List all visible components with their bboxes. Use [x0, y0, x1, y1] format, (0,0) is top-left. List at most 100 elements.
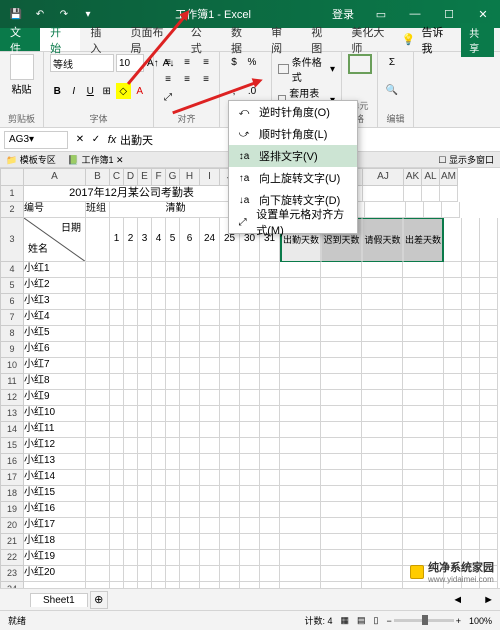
- name-cell[interactable]: 小红19: [24, 550, 86, 566]
- ribbon-options-icon[interactable]: ▭: [364, 8, 398, 21]
- menu-format-align[interactable]: ⤢设置单元格对齐方式(M): [229, 211, 357, 233]
- redo-icon[interactable]: ↷: [56, 6, 72, 22]
- tab-data[interactable]: 数据: [221, 28, 261, 51]
- name-cell[interactable]: 小红4: [24, 310, 86, 326]
- scrollbar-left-icon[interactable]: ◄: [452, 594, 463, 606]
- font-color-icon[interactable]: A: [133, 83, 148, 99]
- row-header[interactable]: 2: [0, 202, 24, 218]
- row-header[interactable]: 7: [0, 310, 24, 326]
- show-windows[interactable]: ☐ 显示多窗口: [438, 153, 494, 166]
- col-header[interactable]: G: [166, 168, 180, 186]
- align-left-icon[interactable]: ≡: [160, 71, 176, 87]
- name-cell[interactable]: 小红3: [24, 294, 86, 310]
- find-icon[interactable]: 🔍: [384, 82, 400, 98]
- name-cell[interactable]: 小红12: [24, 438, 86, 454]
- sel-leave[interactable]: 请假天数: [362, 218, 403, 262]
- add-sheet-button[interactable]: ⊕: [90, 591, 108, 609]
- cells-icon[interactable]: [348, 54, 372, 74]
- col-header[interactable]: A: [24, 168, 86, 186]
- name-cell[interactable]: 小红16: [24, 502, 86, 518]
- tellme-label[interactable]: 告诉我: [421, 24, 449, 56]
- orientation-icon[interactable]: ⤢: [160, 90, 176, 106]
- cancel-icon[interactable]: ✕: [72, 132, 88, 148]
- sum-icon[interactable]: Σ: [384, 54, 400, 70]
- view-break-icon[interactable]: ▯: [373, 615, 378, 626]
- row-header[interactable]: 23: [0, 566, 24, 582]
- scrollbar-right-icon[interactable]: ►: [483, 594, 494, 606]
- diagonal-header[interactable]: 日期 姓名: [24, 218, 86, 262]
- row-header[interactable]: 20: [0, 518, 24, 534]
- tab-home[interactable]: 开始: [40, 28, 80, 51]
- row-header[interactable]: 4: [0, 262, 24, 278]
- name-cell[interactable]: 小红2: [24, 278, 86, 294]
- cell-team[interactable]: 班组: [86, 202, 110, 218]
- login-button[interactable]: 登录: [322, 6, 364, 22]
- sheet-title[interactable]: 2017年12月某公司考勤表: [24, 186, 240, 202]
- zoom-slider[interactable]: − +: [386, 616, 461, 626]
- template-area[interactable]: 📁 模板专区: [6, 153, 56, 166]
- tab-beauty[interactable]: 美化大师: [341, 28, 401, 51]
- close-icon[interactable]: ✕: [466, 8, 500, 21]
- confirm-icon[interactable]: ✓: [88, 132, 104, 148]
- cond-format-button[interactable]: 条件格式 ▾: [278, 54, 335, 84]
- currency-icon[interactable]: $: [226, 54, 242, 70]
- name-cell[interactable]: 小红20: [24, 566, 86, 582]
- row-header[interactable]: 10: [0, 358, 24, 374]
- tab-view[interactable]: 视图: [301, 28, 341, 51]
- name-cell[interactable]: 小红18: [24, 534, 86, 550]
- row-header[interactable]: 3: [0, 218, 24, 262]
- row-header[interactable]: 11: [0, 374, 24, 390]
- align-center-icon[interactable]: ≡: [179, 71, 195, 87]
- paste-button[interactable]: 粘贴: [6, 54, 37, 96]
- border-icon[interactable]: ⊞: [100, 83, 115, 99]
- col-header[interactable]: E: [138, 168, 152, 186]
- name-cell[interactable]: 小红1: [24, 262, 86, 278]
- col-header[interactable]: D: [124, 168, 138, 186]
- undo-icon[interactable]: ↶: [32, 6, 48, 22]
- align-top-icon[interactable]: ≡: [160, 54, 176, 70]
- save-icon[interactable]: 💾: [8, 6, 24, 22]
- col-header[interactable]: AL: [422, 168, 440, 186]
- bold-icon[interactable]: B: [50, 83, 65, 99]
- row-header[interactable]: 14: [0, 422, 24, 438]
- row-header[interactable]: 19: [0, 502, 24, 518]
- name-box[interactable]: AG3 ▾: [4, 131, 68, 149]
- row-header[interactable]: 5: [0, 278, 24, 294]
- row-header[interactable]: 22: [0, 550, 24, 566]
- font-name-input[interactable]: [50, 54, 114, 72]
- row-header[interactable]: 24: [0, 582, 24, 588]
- zoom-in-icon[interactable]: +: [456, 616, 461, 626]
- tab-review[interactable]: 审阅: [261, 28, 301, 51]
- row-header[interactable]: 1: [0, 186, 24, 202]
- col-header[interactable]: H: [180, 168, 200, 186]
- row-header[interactable]: 18: [0, 486, 24, 502]
- row-header[interactable]: 13: [0, 406, 24, 422]
- row-header[interactable]: 17: [0, 470, 24, 486]
- col-header[interactable]: C: [110, 168, 124, 186]
- col-header[interactable]: F: [152, 168, 166, 186]
- menu-rotate-up[interactable]: ↑a向上旋转文字(U): [229, 167, 357, 189]
- sheet-tab-1[interactable]: Sheet1: [30, 593, 88, 607]
- menu-vertical-text[interactable]: ↕a竖排文字(V): [229, 145, 357, 167]
- qat-dropdown-icon[interactable]: ▾: [80, 6, 96, 22]
- sel-trip[interactable]: 出差天数: [403, 218, 444, 262]
- fx-icon[interactable]: fx: [104, 134, 120, 146]
- align-bot-icon[interactable]: ≡: [198, 54, 214, 70]
- view-normal-icon[interactable]: ▦: [340, 615, 349, 626]
- name-cell[interactable]: 小红8: [24, 374, 86, 390]
- workbook-tab[interactable]: 📗 工作簿1 ✕: [68, 153, 124, 166]
- name-cell[interactable]: 小红6: [24, 342, 86, 358]
- col-header[interactable]: AJ: [363, 168, 404, 186]
- row-header[interactable]: 15: [0, 438, 24, 454]
- row-header[interactable]: 6: [0, 294, 24, 310]
- name-cell[interactable]: 小红10: [24, 406, 86, 422]
- name-cell[interactable]: 小红15: [24, 486, 86, 502]
- col-header[interactable]: AM: [440, 168, 458, 186]
- row-header[interactable]: 9: [0, 342, 24, 358]
- percent-icon[interactable]: %: [244, 54, 260, 70]
- name-cell[interactable]: 小红5: [24, 326, 86, 342]
- col-header[interactable]: I: [200, 168, 220, 186]
- row-header[interactable]: 12: [0, 390, 24, 406]
- zoom-level[interactable]: 100%: [469, 616, 492, 626]
- name-cell[interactable]: 小红7: [24, 358, 86, 374]
